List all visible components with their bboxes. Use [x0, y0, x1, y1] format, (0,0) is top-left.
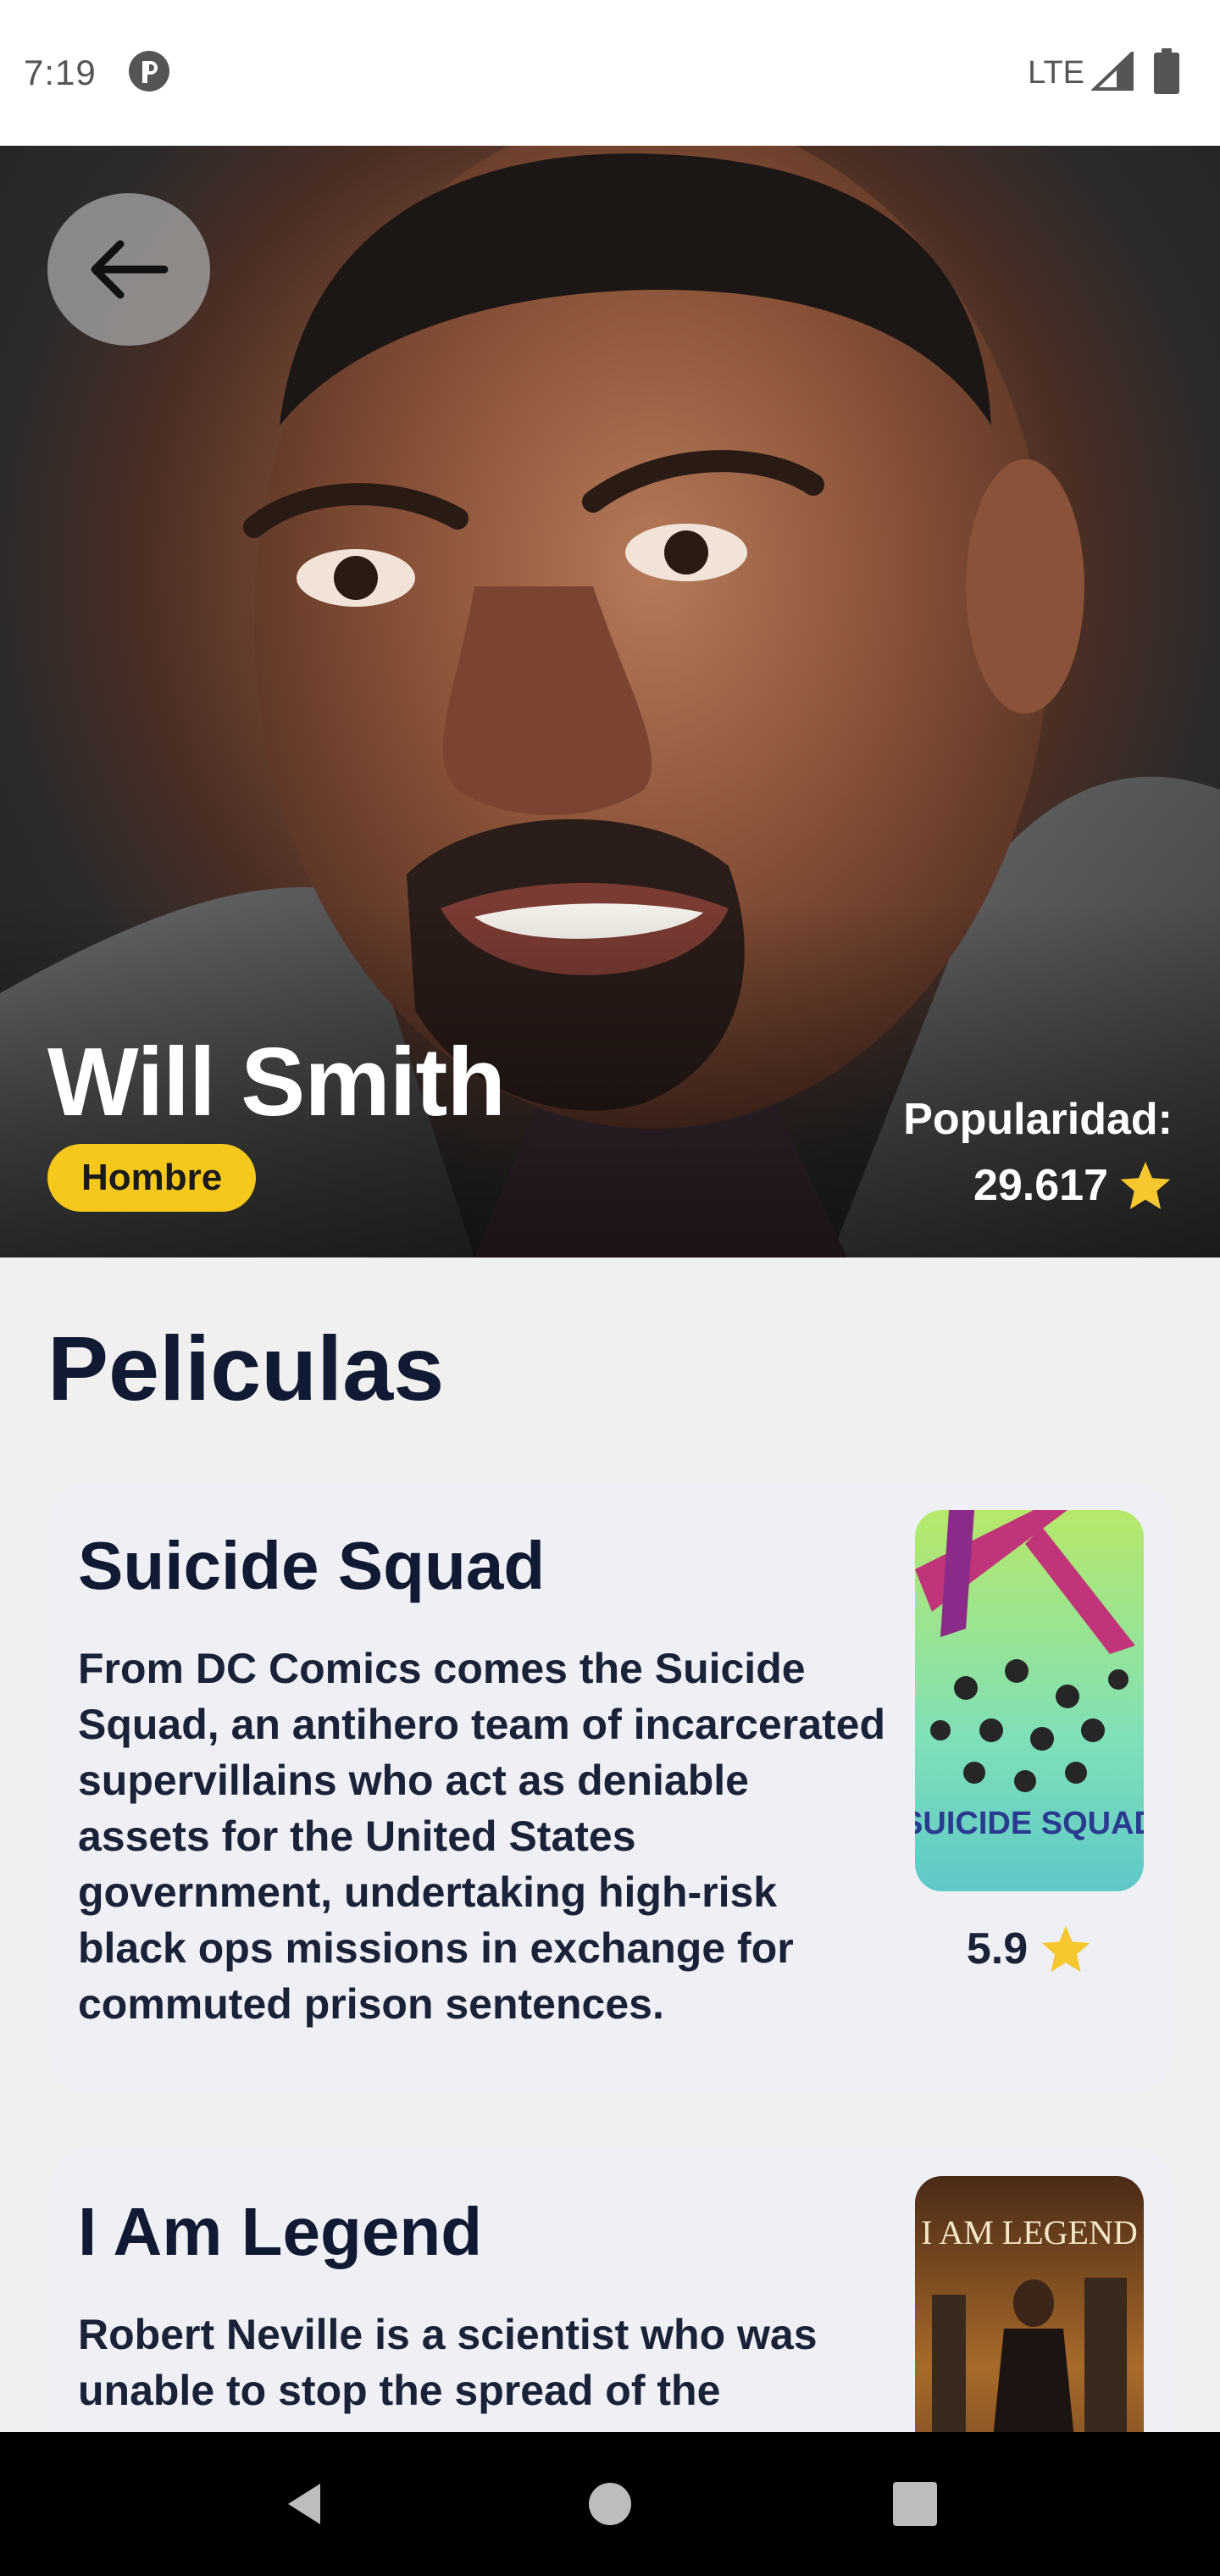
- gender-label: Hombre: [81, 1157, 223, 1198]
- popularity-block: Popularidad: 29.617: [903, 1086, 1173, 1219]
- actor-hero: Will Smith Hombre Popularidad: 29.617: [0, 146, 1220, 1257]
- actor-name: Will Smith: [47, 1029, 506, 1136]
- triangle-back-icon: [288, 2484, 320, 2524]
- movie-rating: 5.9: [915, 1924, 1144, 1974]
- battery-icon: [1154, 47, 1179, 98]
- status-bar: 7:19 LTE: [0, 0, 1220, 146]
- square-recents-icon: [893, 2482, 937, 2526]
- nav-recents-button[interactable]: [864, 2453, 966, 2555]
- nav-home-button[interactable]: [559, 2453, 661, 2555]
- popularity-value-row: 29.617: [903, 1152, 1173, 1219]
- back-button[interactable]: [47, 193, 210, 346]
- poster-text: SUICIDE SQUAD: [915, 1806, 1144, 1841]
- movie-title: I Am Legend: [78, 2194, 483, 2269]
- gender-badge: Hombre: [47, 1144, 257, 1212]
- popularity-value: 29.617: [973, 1161, 1108, 1210]
- popularity-label: Popularidad:: [903, 1095, 1173, 1144]
- system-nav-bar: [0, 2432, 1220, 2576]
- star-icon: [1041, 1925, 1090, 1973]
- movie-overview: Robert Neville is a scientist who was un…: [78, 2311, 818, 2414]
- movie-overview: From DC Comics comes the Suicide Squad, …: [78, 1645, 886, 2028]
- actor-detail-screen: 7:19 LTE Will Smith Hombre Popularidad: …: [0, 0, 1220, 2576]
- movie-poster[interactable]: SUICIDE SQUAD: [915, 1510, 1144, 1891]
- status-left: 7:19: [24, 49, 171, 97]
- movie-title: Suicide Squad: [78, 1528, 546, 1603]
- nav-back-button[interactable]: [254, 2453, 356, 2555]
- signal-icon: [1090, 48, 1134, 95]
- section-title-movies: Peliculas: [47, 1317, 445, 1419]
- network-type: LTE: [1028, 54, 1084, 91]
- movie-card[interactable]: Suicide Squad From DC Comics comes the S…: [49, 1481, 1173, 2095]
- status-time: 7:19: [24, 53, 97, 92]
- arrow-left-icon: [91, 240, 169, 299]
- app-notification-icon: [127, 49, 171, 97]
- status-right: LTE: [1028, 47, 1179, 98]
- rating-value: 5.9: [966, 1924, 1029, 1974]
- circle-home-icon: [589, 2483, 631, 2525]
- poster-text: I AM LEGEND: [921, 2213, 1138, 2251]
- star-icon: [1120, 1162, 1171, 1209]
